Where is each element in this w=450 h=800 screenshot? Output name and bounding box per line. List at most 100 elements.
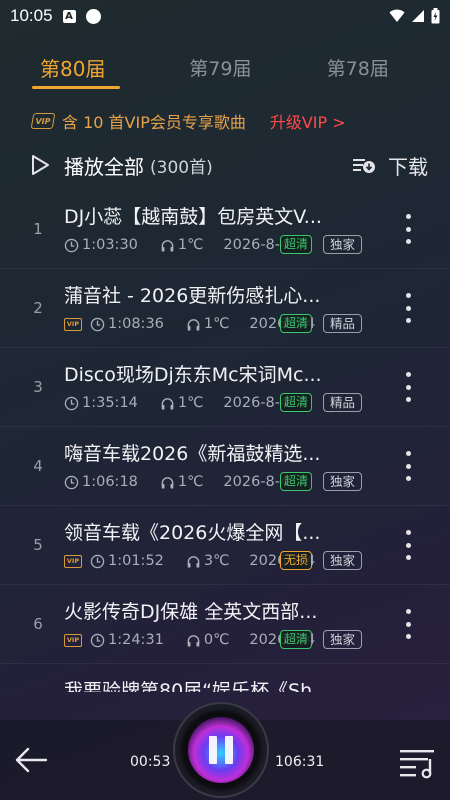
song-row[interactable]: 3 Disco现场Dj东东Mc宋词Mc... 1:35:14 1℃ 2026-8… — [0, 348, 450, 427]
song-title[interactable]: 领音车载《2026火爆全网【... — [64, 518, 372, 545]
song-row[interactable]: 4 嗨音车载2026《新福鼓精选... 1:06:18 1℃ 2026-8-4 … — [0, 427, 450, 506]
elapsed-time: 00:53 — [130, 754, 171, 770]
clock-icon — [90, 317, 105, 332]
back-arrow-icon[interactable] — [14, 746, 48, 774]
download-button[interactable]: 下载 — [352, 151, 428, 180]
download-list-icon — [353, 159, 375, 173]
clock-icon — [64, 238, 79, 253]
song-duration: 1:01:52 — [108, 553, 164, 569]
song-row[interactable]: 5 领音车载《2026火爆全网【... VIP 1:01:52 3℃ 2026-… — [0, 506, 450, 585]
song-title[interactable]: Disco现场Dj东东Mc宋词Mc... — [64, 360, 372, 387]
song-heat: 1℃ — [203, 316, 230, 332]
quality-badge: 超清 — [280, 630, 313, 649]
song-heat: 1℃ — [177, 237, 204, 253]
app-notification-icon: A — [62, 9, 76, 23]
song-row[interactable]: 7 我要验牌第80届“娱乐杯《Sh... — [0, 664, 450, 692]
more-options-icon[interactable] — [404, 293, 412, 323]
quality-badge: 超清 — [280, 393, 313, 412]
active-tab-indicator — [32, 85, 120, 89]
song-meta: VIP 1:24:31 0℃ 2026-8-4 超清 独家 — [64, 630, 374, 650]
tab-80[interactable]: 第80届 — [32, 53, 171, 89]
song-heat: 1℃ — [177, 474, 204, 490]
song-duration: 1:03:30 — [82, 237, 138, 253]
status-bar: 10:05 A — [0, 0, 450, 32]
now-playing-disc[interactable] — [173, 702, 269, 798]
mini-player: 00:53 106:31 — [0, 702, 450, 800]
song-meta: VIP 1:01:52 3℃ 2026-8-4 无损 独家 — [64, 551, 374, 571]
quality-badge: 超清 — [280, 235, 313, 254]
clock-icon — [64, 396, 79, 411]
pause-icon[interactable] — [209, 736, 233, 764]
song-title[interactable]: 蒲音社 - 2026更新伤感扎心... — [64, 281, 372, 308]
battery-icon — [431, 8, 440, 24]
quality-badge: 超清 — [280, 472, 313, 491]
play-all-button[interactable]: 播放全部 — [64, 151, 144, 180]
status-time: 10:05 — [10, 6, 53, 25]
more-options-icon[interactable] — [404, 609, 412, 639]
song-row[interactable]: 1 DJ小蕊【越南鼓】包房英文V... 1:03:30 1℃ 2026-8-4 … — [0, 190, 450, 269]
headphones-icon — [160, 396, 175, 411]
song-row[interactable]: 6 火影传奇DJ保雄 全英文西部... VIP 1:24:31 0℃ 2026-… — [0, 585, 450, 664]
song-heat: 0℃ — [203, 632, 230, 648]
song-meta: VIP 1:08:36 1℃ 2026-8-4 超清 精品 — [64, 314, 374, 334]
song-meta: 1:06:18 1℃ 2026-8-4 超清 独家 — [64, 472, 374, 492]
clock-icon — [64, 475, 79, 490]
play-all-row: 播放全部 (300首) 下载 — [0, 140, 450, 190]
song-date: 2026-8-4 — [223, 395, 290, 411]
song-count: (300首) — [150, 157, 213, 178]
headphones-icon — [186, 554, 201, 569]
clock-icon — [90, 554, 105, 569]
song-list: 1 DJ小蕊【越南鼓】包房英文V... 1:03:30 1℃ 2026-8-4 … — [0, 190, 450, 692]
song-duration: 1:08:36 — [108, 316, 164, 332]
headphones-icon — [160, 475, 175, 490]
wifi-icon — [389, 9, 405, 22]
song-title[interactable]: 我要验牌第80届“娱乐杯《Sh... — [64, 676, 372, 692]
song-title[interactable]: DJ小蕊【越南鼓】包房英文V... — [64, 202, 372, 229]
more-options-icon[interactable] — [404, 530, 412, 560]
play-all-icon[interactable] — [30, 154, 50, 176]
more-options-icon[interactable] — [404, 451, 412, 481]
quality-badge: 无损 — [280, 551, 313, 570]
total-time: 106:31 — [275, 754, 325, 770]
vip-song-icon: VIP — [64, 317, 82, 331]
download-label: 下载 — [388, 154, 428, 179]
vip-song-icon: VIP — [64, 633, 82, 647]
song-meta: 1:35:14 1℃ 2026-8-4 超清 精品 — [64, 393, 374, 413]
more-options-icon[interactable] — [404, 372, 412, 402]
tag-badge: 精品 — [323, 393, 363, 412]
song-date: 2026-8-4 — [223, 237, 290, 253]
song-heat: 3℃ — [203, 553, 230, 569]
more-options-icon[interactable] — [404, 214, 412, 244]
tag-badge: 独家 — [323, 551, 363, 570]
song-index: 4 — [33, 457, 43, 475]
song-row[interactable]: 2 蒲音社 - 2026更新伤感扎心... VIP 1:08:36 1℃ 202… — [0, 269, 450, 348]
edition-tabs: 第80届 第79届 第78届 — [0, 32, 450, 102]
tag-badge: 独家 — [323, 630, 363, 649]
vip-song-icon: VIP — [64, 554, 82, 568]
song-date: 2026-8-4 — [223, 474, 290, 490]
tag-badge: 精品 — [323, 314, 363, 333]
song-duration: 1:24:31 — [108, 632, 164, 648]
song-title[interactable]: 火影传奇DJ保雄 全英文西部... — [64, 597, 372, 624]
vip-info-text: 含 10 首VIP会员专享歌曲 — [62, 113, 246, 132]
vip-badge-icon: VIP — [30, 113, 56, 129]
song-index: 2 — [33, 299, 43, 317]
playlist-icon[interactable] — [398, 747, 438, 779]
tab-label: 第78届 — [326, 57, 389, 80]
upgrade-vip-link[interactable]: 升级VIP > — [270, 109, 346, 133]
headphones-icon — [186, 317, 201, 332]
tab-79[interactable]: 第79届 — [171, 54, 310, 81]
signal-icon — [412, 10, 424, 22]
tab-78[interactable]: 第78届 — [311, 54, 450, 81]
tab-label: 第79届 — [189, 57, 252, 80]
tag-badge: 独家 — [323, 472, 363, 491]
song-duration: 1:06:18 — [82, 474, 138, 490]
headphones-icon — [186, 633, 201, 648]
song-title[interactable]: 嗨音车载2026《新福鼓精选... — [64, 439, 372, 466]
vip-banner: VIP 含 10 首VIP会员专享歌曲 升级VIP > — [0, 102, 450, 140]
song-index: 3 — [33, 378, 43, 396]
song-heat: 1℃ — [177, 395, 204, 411]
song-index: 6 — [33, 615, 43, 633]
tab-label: 第80届 — [40, 56, 106, 81]
song-index: 1 — [33, 220, 43, 238]
